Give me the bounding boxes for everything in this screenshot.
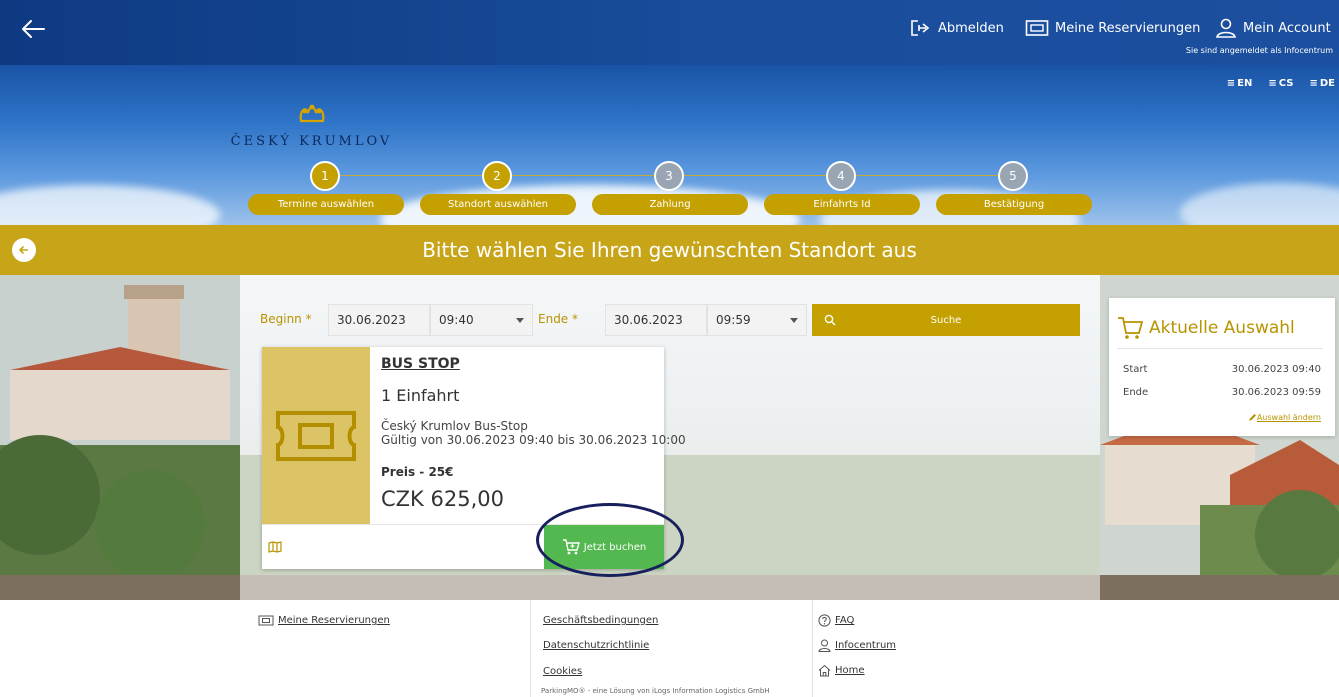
product-validity: Gültig von 30.06.2023 09:40 bis 30.06.20… <box>381 433 686 447</box>
step-5-number: 5 <box>998 161 1028 191</box>
terms-link[interactable]: Geschäftsbedingungen <box>543 615 658 626</box>
current-selection-title: Aktuelle Auswahl <box>1149 318 1295 338</box>
summary-end-label: Ende <box>1123 387 1149 398</box>
arrow-left-icon <box>18 245 28 255</box>
top-bar: Abmelden Meine Reservierungen Mein Accou… <box>0 0 1339 65</box>
privacy-link[interactable]: Datenschutzrichtlinie <box>543 640 649 651</box>
highlight-annotation <box>536 503 684 577</box>
product-title-link[interactable]: BUS STOP <box>381 356 460 372</box>
summary-end-value: 30.06.2023 09:59 <box>1231 387 1321 398</box>
change-selection-label: Auswahl ändern <box>1256 413 1321 422</box>
infocentrum-link[interactable]: Infocentrum <box>818 639 896 652</box>
step-4: 4 Einfahrts Id <box>764 160 920 215</box>
logo-text: ČESKÝ KRUMLOV <box>230 134 393 149</box>
footer-reservations-label: Meine Reservierungen <box>278 615 390 626</box>
start-time-select[interactable]: 09:40 <box>430 304 533 336</box>
my-account-button[interactable]: Mein Account <box>1215 17 1331 39</box>
banner-back-button[interactable] <box>12 238 36 262</box>
infocentrum-label: Infocentrum <box>835 640 897 651</box>
step-1-label: Termine auswählen <box>248 194 404 215</box>
cookies-link[interactable]: Cookies <box>543 666 582 677</box>
product-location: Český Krumlov Bus-Stop <box>381 419 528 433</box>
footer-reservations-link[interactable]: Meine Reservierungen <box>258 615 390 626</box>
search-icon <box>824 314 836 326</box>
step-5: 5 Bestätigung <box>936 160 1092 215</box>
logo: ČESKÝ KRUMLOV <box>224 97 399 157</box>
product-thumbnail <box>262 347 370 524</box>
search-button-label: Suche <box>930 314 962 326</box>
current-selection-panel: Aktuelle Auswahl Start 30.06.2023 09:40 … <box>1109 298 1335 436</box>
home-link[interactable]: Home <box>818 664 865 677</box>
ticket-icon <box>1025 20 1049 36</box>
faq-link[interactable]: FAQ <box>818 614 854 627</box>
language-switcher: ≡ EN ≡ CS ≡ DE <box>1225 78 1339 89</box>
step-1[interactable]: 1 Termine auswählen <box>248 160 404 215</box>
user-icon <box>818 639 831 652</box>
product-entry-count: 1 Einfahrt <box>381 386 460 405</box>
lang-en[interactable]: ≡ EN <box>1225 78 1257 89</box>
step-2-label: Standort auswählen <box>420 194 576 215</box>
ticket-icon <box>276 410 356 461</box>
crown-icon <box>299 104 325 123</box>
summary-start-label: Start <box>1123 364 1148 375</box>
logged-in-status: Sie sind angemeldet als Infocentrum <box>1185 46 1333 55</box>
logout-icon <box>911 20 930 36</box>
chevron-down-icon <box>790 318 798 323</box>
page-banner: Bitte wählen Sie Ihren gewünschten Stand… <box>0 225 1339 275</box>
product-price: CZK 625,00 <box>381 487 504 511</box>
step-5-label: Bestätigung <box>936 194 1092 215</box>
step-2[interactable]: 2 Standort auswählen <box>420 160 576 215</box>
search-button[interactable]: Suche <box>812 304 1080 336</box>
logout-label: Abmelden <box>938 20 1004 36</box>
footer: Meine Reservierungen Geschäftsbedingunge… <box>0 600 1339 697</box>
search-row: Beginn * 30.06.2023 09:40 Ende * 30.06.2… <box>255 304 1080 336</box>
start-time-value: 09:40 <box>439 313 474 327</box>
cart-icon <box>1118 317 1143 339</box>
my-reservations-button[interactable]: Meine Reservierungen <box>1025 17 1200 39</box>
page-title: Bitte wählen Sie Ihren gewünschten Stand… <box>422 238 917 262</box>
end-date-input[interactable]: 30.06.2023 <box>605 304 707 336</box>
pencil-icon <box>1248 414 1256 421</box>
current-selection-header: Aktuelle Auswahl <box>1117 316 1295 340</box>
back-arrow-icon[interactable] <box>20 16 46 42</box>
chevron-down-icon <box>516 318 524 323</box>
end-time-value: 09:59 <box>716 313 751 327</box>
my-reservations-label: Meine Reservierungen <box>1055 20 1201 36</box>
step-4-label: Einfahrts Id <box>764 194 920 215</box>
help-circle-icon <box>818 614 831 627</box>
page: Abmelden Meine Reservierungen Mein Accou… <box>0 0 1339 697</box>
start-label: Beginn * <box>260 312 312 326</box>
lang-cs[interactable]: ≡ CS <box>1266 78 1297 89</box>
lang-de[interactable]: ≡ DE <box>1307 78 1339 89</box>
end-label: Ende * <box>538 312 579 326</box>
step-3: 3 Zahlung <box>592 160 748 215</box>
home-label: Home <box>835 665 865 676</box>
map-icon[interactable] <box>268 541 282 553</box>
copyright-text: ParkingMO® - eine Lösung von iLogs Infor… <box>541 687 770 695</box>
step-3-label: Zahlung <box>592 194 748 215</box>
my-account-label: Mein Account <box>1243 20 1331 36</box>
home-icon <box>818 664 831 677</box>
step-3-number: 3 <box>654 161 684 191</box>
step-2-number: 2 <box>482 161 512 191</box>
end-time-select[interactable]: 09:59 <box>707 304 807 336</box>
product-price-label: Preis - 25€ <box>381 465 454 479</box>
step-4-number: 4 <box>826 161 856 191</box>
step-1-number: 1 <box>310 161 340 191</box>
change-selection-link[interactable]: Auswahl ändern <box>1248 413 1321 422</box>
faq-label: FAQ <box>835 615 855 626</box>
ticket-icon <box>258 615 274 626</box>
start-date-input[interactable]: 30.06.2023 <box>328 304 430 336</box>
logout-button[interactable]: Abmelden <box>910 17 1004 39</box>
summary-start-value: 30.06.2023 09:40 <box>1231 364 1321 375</box>
progress-steps: 1 Termine auswählen 2 Standort auswählen… <box>248 160 1093 215</box>
user-icon <box>1216 18 1236 38</box>
